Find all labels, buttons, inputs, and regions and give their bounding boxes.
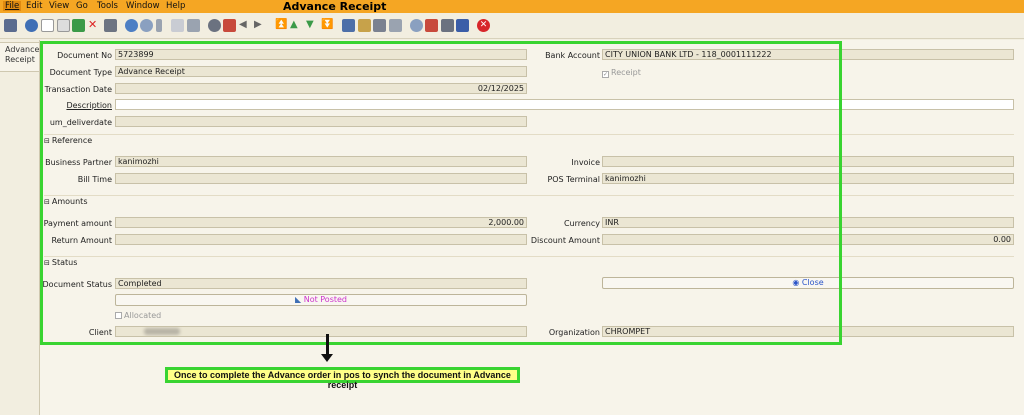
home-icon[interactable]	[223, 19, 236, 32]
copy-record-icon[interactable]	[57, 19, 70, 32]
last-record-icon[interactable]: ⏬	[321, 19, 334, 32]
tab-advance-receipt[interactable]: Advance Receipt	[0, 42, 40, 72]
find-icon[interactable]	[140, 19, 153, 32]
toolbar: ✕ ◀ ▶ ⏫ ▲ ▼ ⏬ ✕	[0, 13, 1024, 39]
menu-view[interactable]: View	[49, 1, 69, 11]
print-icon[interactable]	[373, 19, 386, 32]
product-info-icon[interactable]	[456, 19, 469, 32]
highlight-box	[40, 41, 842, 345]
menu-window[interactable]: Window	[126, 1, 160, 11]
attachment-icon[interactable]	[156, 19, 162, 32]
annotation-arrow-head-icon	[321, 354, 333, 362]
menu-go[interactable]: Go	[76, 1, 88, 11]
annotation-callout: Once to complete the Advance order in po…	[165, 367, 520, 390]
report-icon[interactable]	[342, 19, 355, 32]
undo-icon[interactable]	[4, 19, 17, 32]
arrow-left-icon[interactable]: ◀	[239, 19, 252, 32]
refresh-icon[interactable]	[125, 19, 138, 32]
save-icon[interactable]	[72, 19, 85, 32]
active-workflow-icon[interactable]	[425, 19, 438, 32]
previous-record-icon[interactable]: ▲	[290, 19, 303, 32]
next-record-icon[interactable]: ▼	[306, 19, 319, 32]
request-icon[interactable]	[441, 19, 454, 32]
menu-help[interactable]: Help	[166, 1, 185, 11]
window-title: Advance Receipt	[283, 0, 387, 13]
history-icon[interactable]	[171, 19, 184, 32]
help-icon[interactable]	[25, 19, 38, 32]
menu-bar: File Edit View Go Tools Window Help Adva…	[0, 0, 1024, 13]
grid-toggle-icon[interactable]	[187, 19, 200, 32]
annotation-arrow-line	[326, 334, 329, 356]
print-preview-icon[interactable]	[104, 19, 117, 32]
zoom-across-icon[interactable]	[410, 19, 423, 32]
tab-label-line2: Receipt	[5, 55, 35, 64]
tab-label-line1: Advance	[5, 45, 40, 54]
print-setup-icon[interactable]	[389, 19, 402, 32]
arrow-right-icon[interactable]: ▶	[254, 19, 267, 32]
first-record-icon[interactable]: ⏫	[275, 19, 288, 32]
menu-file[interactable]: File	[3, 1, 22, 11]
new-record-icon[interactable]	[41, 19, 54, 32]
parent-record-icon[interactable]	[208, 19, 221, 32]
menu-edit[interactable]: Edit	[26, 1, 42, 11]
archive-icon[interactable]	[358, 19, 371, 32]
exit-icon[interactable]: ✕	[477, 19, 490, 32]
menu-tools[interactable]: Tools	[97, 1, 118, 11]
delete-icon[interactable]: ✕	[88, 19, 101, 32]
